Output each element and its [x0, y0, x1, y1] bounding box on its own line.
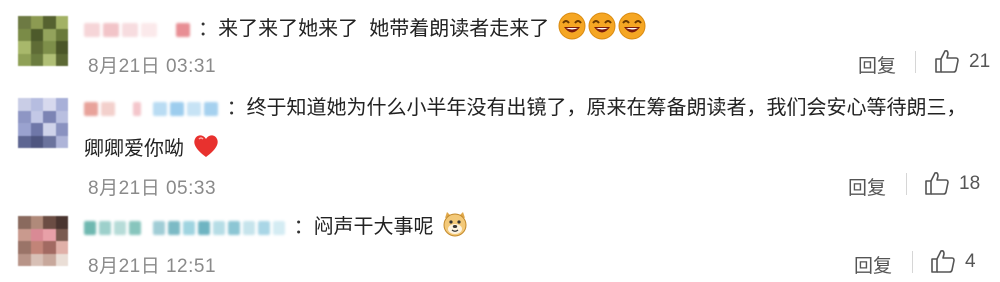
laughing-face-icon	[557, 11, 647, 48]
comment-text-line2: 卿卿爱你呦	[84, 137, 184, 160]
comment-text: 来了来了她来了 她带着朗读者走来了	[218, 17, 550, 40]
comment-text: 闷声干大事呢	[313, 215, 434, 238]
comment-body: ：闷声干大事呢	[84, 210, 469, 245]
thumbs-up-icon[interactable]	[924, 170, 950, 196]
reply-button[interactable]: 回复	[854, 251, 892, 278]
colon: ：	[226, 97, 247, 119]
comment-body: ：来了来了她来了 她带着朗读者走来了	[84, 11, 647, 48]
thumbs-up-icon[interactable]	[934, 48, 960, 74]
comment-timestamp: 8月21日 05:33	[88, 178, 217, 199]
comment-timestamp: 8月21日 12:51	[88, 256, 217, 277]
comment-body: ：终于知道她为什么小半年没有出镜了，原来在筹备朗读者，我们会安心等待朗三，	[84, 95, 967, 121]
red-heart-icon	[192, 133, 220, 166]
username-blurred[interactable]	[84, 101, 98, 116]
comment-timestamp: 8月21日 03:31	[88, 56, 217, 77]
doge-face-icon	[441, 210, 469, 245]
colon: ：	[293, 215, 314, 238]
avatar[interactable]	[18, 216, 68, 266]
comment-item: ：来了来了她来了 她带着朗读者走来了 8月21日 03:31 回复 21	[0, 0, 1000, 90]
reply-button[interactable]: 回复	[858, 51, 896, 78]
avatar[interactable]	[18, 98, 68, 148]
comment-item: ：闷声干大事呢 8月21日 12:51 回复 4	[0, 200, 1000, 282]
like-count: 18	[959, 173, 981, 194]
username-blurred[interactable]	[84, 22, 100, 37]
avatar[interactable]	[18, 16, 68, 66]
like-count: 21	[969, 51, 991, 72]
comment-item: ：终于知道她为什么小半年没有出镜了，原来在筹备朗读者，我们会安心等待朗三， 卿卿…	[0, 90, 1000, 200]
reply-button[interactable]: 回复	[848, 173, 886, 200]
comment-body-line2: 卿卿爱你呦	[84, 133, 220, 166]
divider	[912, 251, 913, 273]
divider	[906, 173, 907, 195]
divider	[915, 51, 916, 73]
thumbs-up-icon[interactable]	[930, 248, 956, 274]
colon: ：	[198, 17, 219, 40]
like-count: 4	[965, 251, 976, 272]
comment-text: 终于知道她为什么小半年没有出镜了，原来在筹备朗读者，我们会安心等待朗三，	[246, 97, 967, 119]
username-blurred[interactable]	[84, 220, 96, 235]
